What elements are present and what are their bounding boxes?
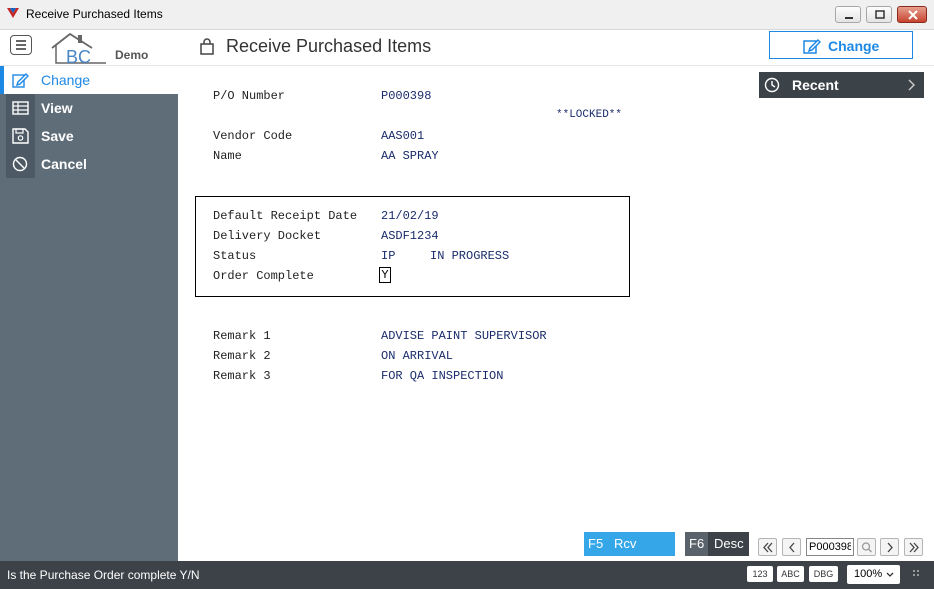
- minimize-button[interactable]: [835, 6, 861, 23]
- order-complete-field[interactable]: Y: [379, 267, 391, 283]
- remark-1-field[interactable]: ADVISE PAINT SUPERVISOR: [381, 329, 547, 343]
- sidebar-item-label: View: [41, 100, 73, 116]
- app-header: BC Demo Receive Purchased Items Change: [0, 30, 934, 67]
- close-window-button[interactable]: [897, 6, 927, 23]
- house-logo-icon: BC: [51, 32, 106, 67]
- remark-3-label: Remark 3: [213, 369, 271, 383]
- double-chevron-left-icon: [763, 542, 773, 553]
- f6-key-label: F6: [685, 532, 709, 556]
- shopping-bag-icon: [200, 38, 214, 55]
- sidebar-item-change[interactable]: Change: [0, 66, 178, 94]
- page-title: Receive Purchased Items: [226, 36, 432, 56]
- active-indicator: [0, 66, 4, 94]
- app-icon: [7, 8, 19, 18]
- zoom-select[interactable]: 100%: [847, 565, 900, 584]
- receipt-date-label: Default Receipt Date: [213, 209, 358, 223]
- status-label: Status: [213, 249, 257, 263]
- pencil-icon: [12, 73, 29, 88]
- delivery-docket-label: Delivery Docket: [213, 229, 322, 243]
- remark-1-label: Remark 1: [213, 329, 271, 343]
- sidebar-item-save[interactable]: Save: [0, 122, 178, 150]
- close-icon: [908, 10, 918, 20]
- record-number-input[interactable]: [806, 538, 854, 556]
- sidebar-item-label: Save: [41, 128, 74, 144]
- maximize-icon: [875, 10, 885, 19]
- sidebar-item-view[interactable]: View: [0, 94, 178, 122]
- previous-record-button[interactable]: [782, 538, 801, 556]
- hamburger-icon: [16, 40, 26, 50]
- recent-label: Recent: [792, 77, 839, 93]
- table-icon: [12, 101, 29, 115]
- change-button-label: Change: [828, 38, 880, 54]
- delivery-docket-field[interactable]: ASDF1234: [381, 229, 439, 243]
- chevron-right-icon: [887, 542, 893, 553]
- cancel-icon: [12, 156, 28, 172]
- clock-icon: [764, 77, 780, 93]
- order-complete-label: Order Complete: [213, 269, 314, 283]
- hamburger-menu-button[interactable]: [10, 35, 32, 55]
- f6-button-label: Desc: [714, 536, 744, 551]
- chevron-down-icon: [886, 572, 894, 577]
- minimize-icon: [845, 17, 853, 19]
- chevron-right-icon: [908, 79, 915, 91]
- status-description: IN PROGRESS: [430, 249, 510, 263]
- remark-2-label: Remark 2: [213, 349, 271, 363]
- f5-button-label: Rcv Lines: [609, 532, 675, 575]
- resize-grip-icon[interactable]: [912, 569, 922, 579]
- status-code-field[interactable]: IP: [381, 249, 395, 263]
- f6-desc-button[interactable]: F6 Desc: [685, 532, 749, 556]
- sidebar-item-label: Change: [41, 72, 91, 88]
- app-logo: BC Demo: [48, 30, 158, 67]
- vendor-name-value: AA SPRAY: [381, 149, 439, 163]
- floppy-icon: [12, 128, 29, 144]
- numeric-mode-button[interactable]: 123: [747, 566, 773, 582]
- vendor-name-label: Name: [213, 149, 242, 163]
- status-bar: Is the Purchase Order complete Y/N 123 A…: [0, 561, 934, 589]
- locked-indicator: **LOCKED**: [556, 109, 623, 121]
- logo-text: BC: [66, 47, 91, 66]
- status-message: Is the Purchase Order complete Y/N: [7, 568, 200, 582]
- vendor-code-label: Vendor Code: [213, 129, 293, 143]
- po-number-label: P/O Number: [213, 89, 286, 103]
- remark-2-field[interactable]: ON ARRIVAL: [381, 349, 453, 363]
- f5-key-label: F5: [584, 532, 608, 556]
- chevron-left-icon: [789, 542, 795, 553]
- window-title: Receive Purchased Items: [26, 7, 163, 21]
- edit-icon: [803, 38, 821, 54]
- sidebar: Change View Save Cancel: [0, 66, 178, 561]
- search-record-button[interactable]: [857, 538, 876, 556]
- maximize-button[interactable]: [866, 6, 892, 23]
- search-icon: [861, 542, 872, 553]
- recent-panel-button[interactable]: Recent: [759, 72, 924, 98]
- next-record-button[interactable]: [880, 538, 899, 556]
- sidebar-item-label: Cancel: [41, 156, 87, 172]
- debug-button[interactable]: DBG: [809, 566, 838, 582]
- double-chevron-right-icon: [909, 542, 919, 553]
- first-record-button[interactable]: [758, 538, 777, 556]
- remark-3-field[interactable]: FOR QA INSPECTION: [381, 369, 503, 383]
- zoom-value: 100%: [854, 568, 883, 580]
- vendor-code-value: AAS001: [381, 129, 425, 143]
- abc-mode-button[interactable]: ABC: [777, 566, 804, 582]
- demo-label: Demo: [115, 48, 149, 62]
- change-button[interactable]: Change: [769, 31, 913, 59]
- po-number-value[interactable]: P000398: [381, 89, 431, 103]
- f5-rcv-lines-button[interactable]: F5 Rcv Lines: [584, 532, 675, 575]
- receipt-date-field[interactable]: 21/02/19: [381, 209, 439, 223]
- window-titlebar: Receive Purchased Items: [0, 0, 934, 30]
- last-record-button[interactable]: [904, 538, 923, 556]
- sidebar-item-cancel[interactable]: Cancel: [0, 150, 178, 178]
